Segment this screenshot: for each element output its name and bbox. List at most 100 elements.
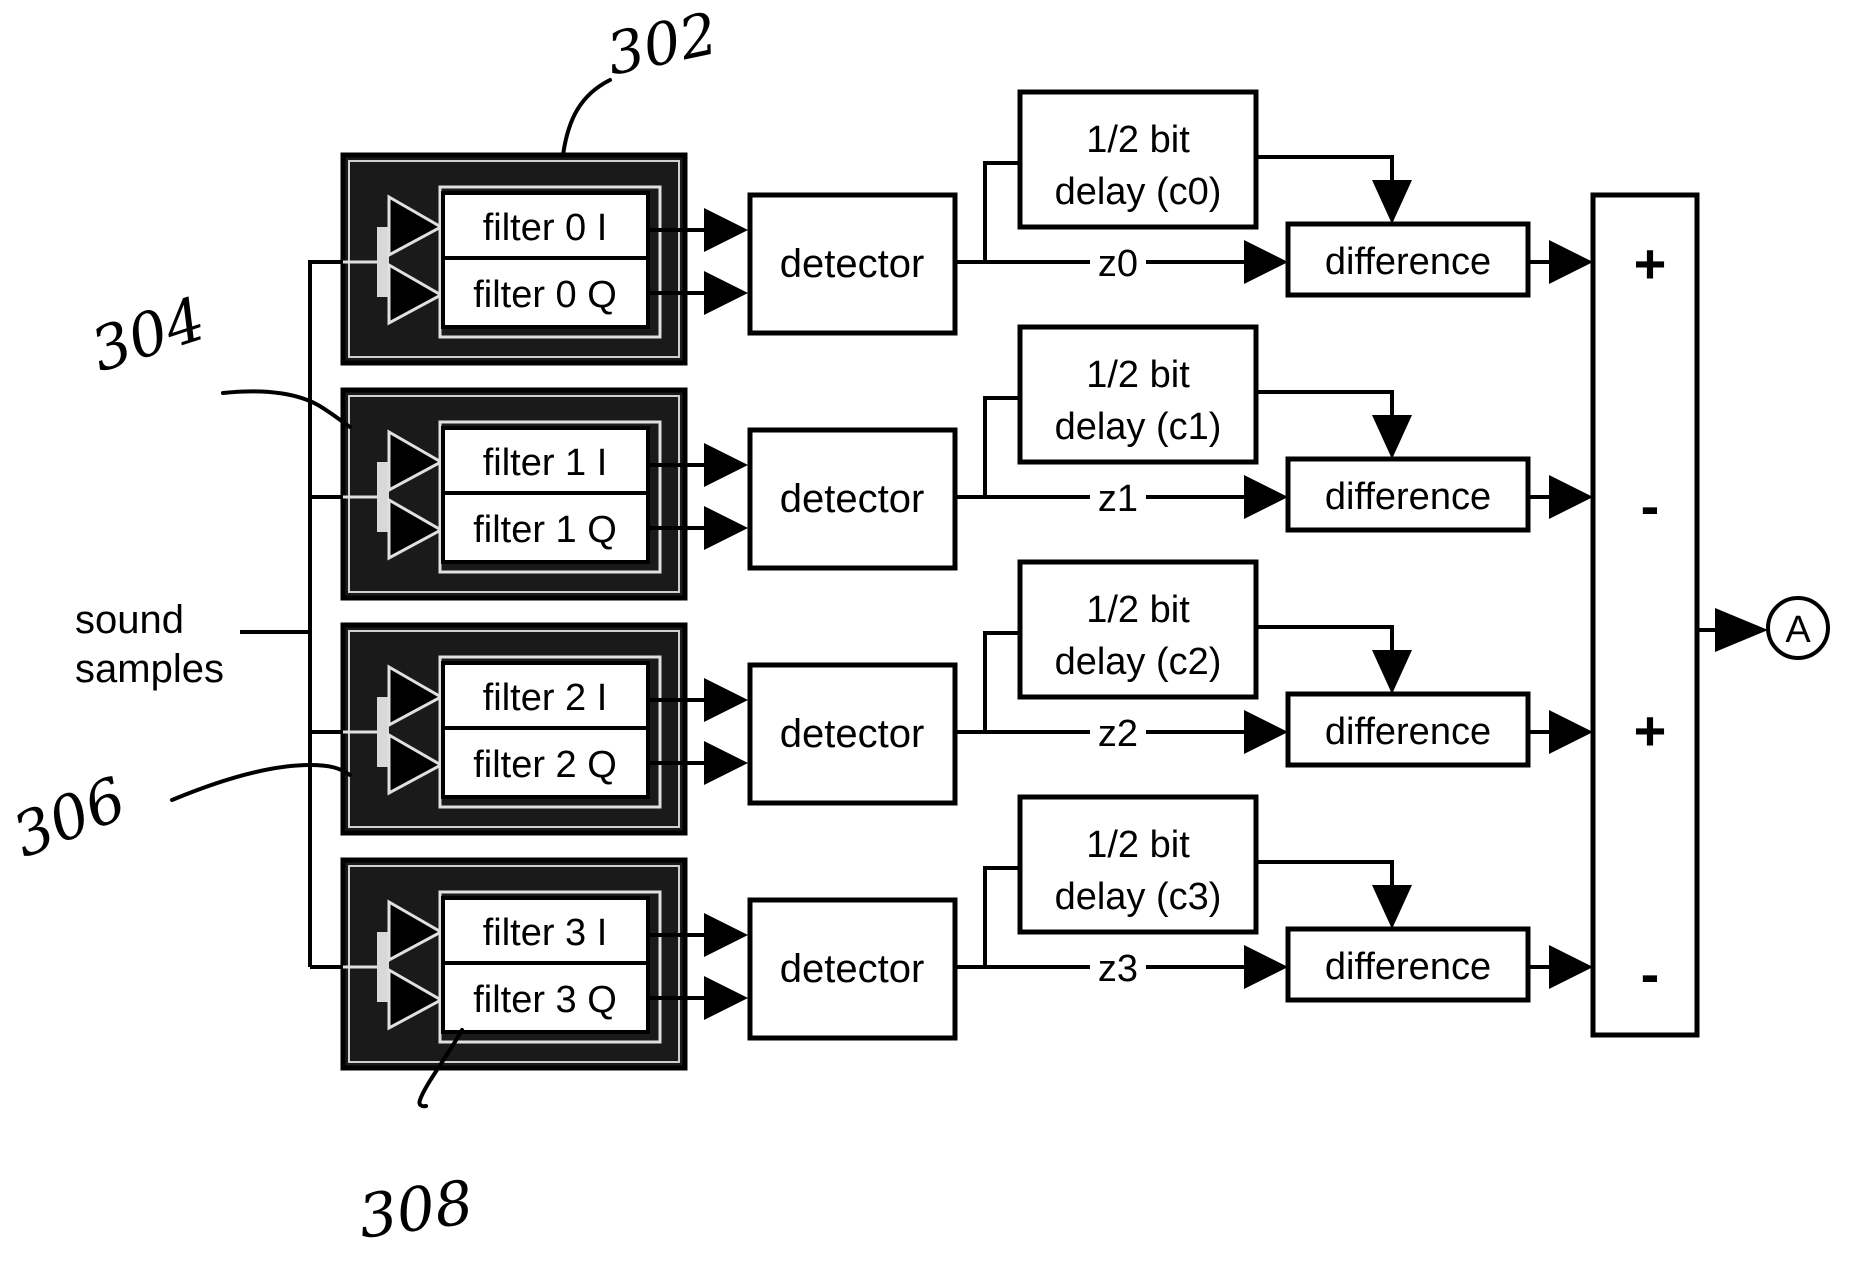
difference-box: difference (1285, 456, 1531, 533)
filter-i-box: filter 2 I (441, 661, 650, 730)
detector-label: detector (780, 712, 925, 756)
filter-i-out-arrow (704, 208, 748, 252)
channel-1: filter 1 I filter 1 Q detector z1 1/2 bit del… (310, 324, 1593, 601)
delay-label-line2: delay (c2) (1055, 641, 1222, 683)
delay-label-line1: 1/2 bit (1086, 589, 1190, 631)
delay-out-wire (1256, 390, 1394, 415)
difference-label: difference (1325, 946, 1491, 988)
filter-i-label: filter 2 I (483, 677, 608, 719)
difference-label: difference (1325, 711, 1491, 753)
detector-box: detector (747, 192, 958, 336)
delay-label-line1: 1/2 bit (1086, 119, 1190, 161)
z-label: z0 (1098, 243, 1138, 285)
filter-q-out-arrow (704, 506, 748, 550)
summing-output-arrow (1715, 608, 1768, 652)
channel-2: filter 2 I filter 2 Q detector z2 1/2 bit del… (310, 559, 1593, 836)
delay-out-wire (1256, 155, 1394, 180)
sign-marker-3: - (1641, 942, 1660, 1005)
summing-box (1590, 192, 1700, 1038)
detector-label: detector (780, 947, 925, 991)
filter-i-label: filter 1 I (483, 442, 608, 484)
filter-i-label: filter 0 I (483, 207, 608, 249)
delay-box: 1/2 bit delay (c0) (1017, 89, 1259, 230)
delay-label-line1: 1/2 bit (1086, 824, 1190, 866)
difference-box: difference (1285, 926, 1531, 1003)
delay-out-arrow (1372, 650, 1412, 694)
detector-box: detector (747, 662, 958, 806)
z-label: z1 (1098, 478, 1138, 520)
delay-label-line1: 1/2 bit (1086, 354, 1190, 396)
delay-out-arrow (1372, 415, 1412, 459)
ref-308: 308 (354, 1168, 477, 1253)
delay-branch-wire (983, 866, 1020, 967)
detector-box: detector (747, 427, 958, 571)
difference-out-arrow (1549, 475, 1593, 519)
filter-i-box: filter 1 I (441, 426, 650, 495)
delay-label-line2: delay (c3) (1055, 876, 1222, 918)
ref-306: 306 (3, 764, 135, 872)
detector-label: detector (780, 242, 925, 286)
difference-out-arrow (1549, 710, 1593, 754)
z-label: z2 (1098, 713, 1138, 755)
filter-bank-3: filter 3 I filter 3 Q (340, 857, 688, 1071)
filter-i-out-arrow (704, 913, 748, 957)
delay-branch-wire (983, 396, 1020, 497)
difference-out-arrow (1549, 240, 1593, 284)
difference-label: difference (1325, 241, 1491, 283)
z-arrow (1244, 710, 1288, 754)
filter-q-box: filter 3 Q (441, 961, 650, 1034)
filter-bank-2: filter 2 I filter 2 Q (340, 622, 688, 836)
delay-box: 1/2 bit delay (c3) (1017, 794, 1259, 935)
filter-q-box: filter 1 Q (441, 491, 650, 564)
filter-q-label: filter 0 Q (473, 274, 617, 316)
filter-i-label: filter 3 I (483, 912, 608, 954)
filter-i-out-arrow (704, 443, 748, 487)
filter-q-box: filter 2 Q (441, 726, 650, 799)
ref-304: 304 (83, 284, 214, 386)
filter-q-label: filter 2 Q (473, 744, 617, 786)
delay-label-line2: delay (c1) (1055, 406, 1222, 448)
summing-block: + - + - A (1590, 192, 1830, 1038)
difference-label: difference (1325, 476, 1491, 518)
difference-out-arrow (1549, 945, 1593, 989)
signal-flow-diagram: filter 0 I filter 0 Q detector z0 1/2 bit del… (3, 0, 1830, 1253)
leader-304 (221, 389, 352, 429)
splitter-strip (377, 227, 389, 297)
channels-layer: filter 0 I filter 0 Q detector z0 1/2 bit del… (310, 89, 1593, 1071)
delay-branch-wire (983, 161, 1020, 262)
filter-q-out-arrow (704, 741, 748, 785)
splitter-strip (377, 462, 389, 532)
delay-label-line2: delay (c0) (1055, 171, 1222, 213)
delay-box: 1/2 bit delay (c1) (1017, 324, 1259, 465)
difference-box: difference (1285, 691, 1531, 768)
z-arrow (1244, 945, 1288, 989)
filter-q-out-arrow (704, 976, 748, 1020)
channel-3: filter 3 I filter 3 Q detector z3 1/2 bit del… (310, 794, 1593, 1071)
output-connector-label: A (1785, 609, 1811, 651)
sign-marker-1: - (1641, 474, 1660, 537)
leader-306 (170, 762, 352, 802)
delay-out-arrow (1372, 885, 1412, 929)
delay-out-wire (1256, 625, 1394, 650)
difference-box: difference (1285, 221, 1531, 298)
filter-i-out-arrow (704, 678, 748, 722)
delay-out-wire (1256, 860, 1394, 885)
splitter-strip (377, 932, 389, 1002)
delay-box: 1/2 bit delay (c2) (1017, 559, 1259, 700)
splitter-strip (377, 697, 389, 767)
z-label: z3 (1098, 948, 1138, 990)
delay-branch-wire (983, 631, 1020, 732)
input-label-line1: sound (75, 598, 184, 642)
z-arrow (1244, 475, 1288, 519)
filter-bank-0: filter 0 I filter 0 Q (340, 152, 688, 366)
filter-bank-1: filter 1 I filter 1 Q (340, 387, 688, 601)
ref-302: 302 (601, 0, 723, 89)
filter-q-out-arrow (704, 271, 748, 315)
sign-marker-0: + (1634, 232, 1667, 295)
sign-marker-2: + (1634, 699, 1667, 762)
filter-i-box: filter 0 I (441, 191, 650, 260)
channel-0: filter 0 I filter 0 Q detector z0 1/2 bit del… (310, 89, 1593, 366)
leader-302 (561, 78, 612, 157)
filter-q-box: filter 0 Q (441, 256, 650, 329)
filter-i-box: filter 3 I (441, 896, 650, 965)
